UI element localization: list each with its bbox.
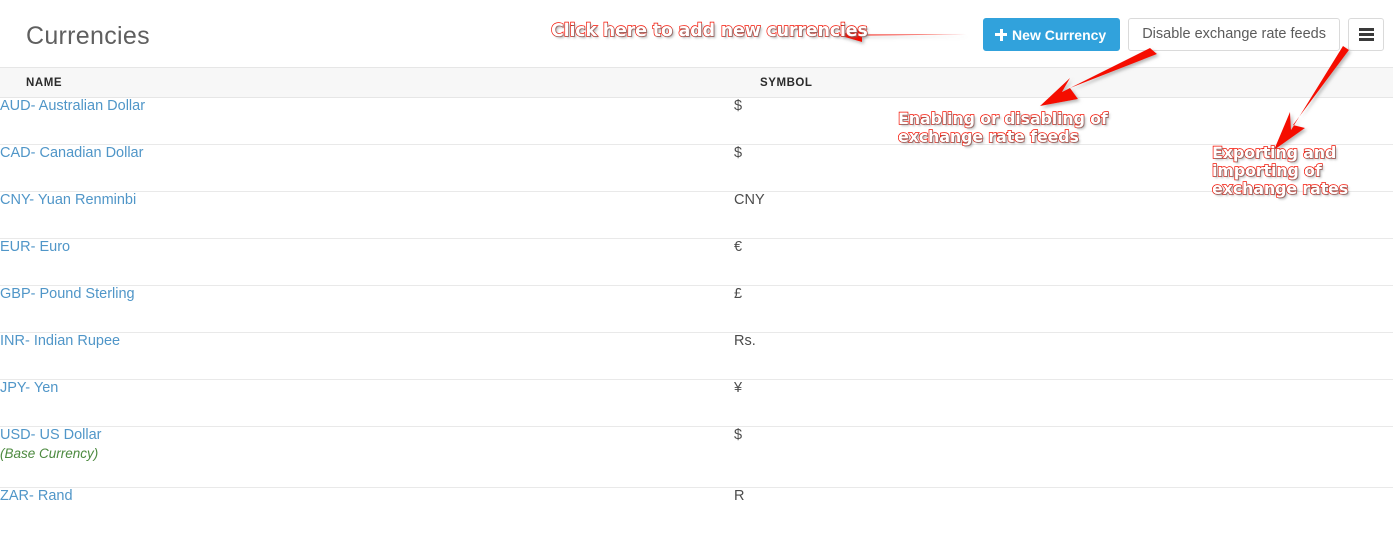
hamburger-menu-button[interactable] <box>1348 18 1384 51</box>
disable-exchange-rate-feeds-button[interactable]: Disable exchange rate feeds <box>1128 18 1340 51</box>
hamburger-menu-icon-bar <box>1358 33 1374 36</box>
table-body: AUD- Australian Dollar $ CAD- Canadian Dol… <box>0 97 1393 534</box>
table-row[interactable]: CNY- Yuan Renminbi CNY <box>0 191 1393 239</box>
currencies-table: NAME SYMBOL AUD- Australian Dollar $ CAD- … <box>0 67 1393 534</box>
cell-currency-symbol: £ <box>734 285 1393 333</box>
currencies-page: Currencies New Currency Disable exchange… <box>0 0 1393 534</box>
cell-currency-name: USD- US Dollar (Base Currency) <box>0 426 734 488</box>
cell-currency-name: JPY- Yen <box>0 379 734 427</box>
currency-name-link[interactable]: JPY- Yen <box>0 380 58 396</box>
column-header-name[interactable]: NAME <box>0 67 734 98</box>
currency-name-link[interactable]: CAD- Canadian Dollar <box>0 145 143 161</box>
base-currency-note: (Base Currency) <box>0 446 99 461</box>
table-row[interactable]: EUR- Euro € <box>0 238 1393 286</box>
cell-currency-name: CNY- Yuan Renminbi <box>0 191 734 239</box>
cell-currency-name: INR- Indian Rupee <box>0 332 734 380</box>
cell-currency-symbol: R <box>734 487 1393 534</box>
page-header: Currencies New Currency Disable exchange… <box>0 0 1393 67</box>
table-header-row: NAME SYMBOL <box>0 67 1393 98</box>
cell-currency-name: GBP- Pound Sterling <box>0 285 734 333</box>
table-header: NAME SYMBOL <box>0 67 1393 98</box>
currency-name-link[interactable]: EUR- Euro <box>0 239 70 255</box>
table-row[interactable]: ZAR- Rand R <box>0 487 1393 534</box>
table-row[interactable]: GBP- Pound Sterling £ <box>0 285 1393 333</box>
currencies-table-container: NAME SYMBOL AUD- Australian Dollar $ CAD- … <box>0 67 1393 534</box>
disable-exchange-rate-feeds-label: Disable exchange rate feeds <box>1142 26 1326 43</box>
cell-currency-name: CAD- Canadian Dollar <box>0 144 734 192</box>
cell-currency-name: ZAR- Rand <box>0 487 734 534</box>
cell-currency-symbol: $ <box>734 426 1393 488</box>
currency-name-link[interactable]: INR- Indian Rupee <box>0 333 120 349</box>
currency-name-link[interactable]: AUD- Australian Dollar <box>0 98 145 114</box>
hamburger-menu-icon-bar <box>1358 28 1374 31</box>
page-title: Currencies <box>26 22 150 50</box>
hamburger-menu-icon-bar <box>1358 38 1374 41</box>
header-actions: New Currency Disable exchange rate feeds <box>983 18 1384 51</box>
table-row[interactable]: AUD- Australian Dollar $ <box>0 97 1393 145</box>
currency-name-link[interactable]: GBP- Pound Sterling <box>0 286 135 302</box>
table-row[interactable]: CAD- Canadian Dollar $ <box>0 144 1393 192</box>
currency-name-link[interactable]: USD- US Dollar <box>0 427 102 443</box>
cell-currency-symbol: ¥ <box>734 379 1393 427</box>
cell-currency-symbol: $ <box>734 144 1393 192</box>
cell-currency-name: AUD- Australian Dollar <box>0 97 734 145</box>
plus-icon <box>995 28 1008 41</box>
cell-currency-symbol: Rs. <box>734 332 1393 380</box>
table-row[interactable]: JPY- Yen ¥ <box>0 379 1393 427</box>
cell-currency-symbol: CNY <box>734 191 1393 239</box>
table-row[interactable]: USD- US Dollar (Base Currency) $ <box>0 426 1393 488</box>
currency-name-link[interactable]: ZAR- Rand <box>0 488 73 504</box>
cell-currency-symbol: € <box>734 238 1393 286</box>
new-currency-button[interactable]: New Currency <box>983 18 1121 51</box>
currency-name-link[interactable]: CNY- Yuan Renminbi <box>0 192 136 208</box>
new-currency-button-label: New Currency <box>1012 26 1107 43</box>
cell-currency-name: EUR- Euro <box>0 238 734 286</box>
cell-currency-symbol: $ <box>734 97 1393 145</box>
column-header-symbol[interactable]: SYMBOL <box>734 67 1393 98</box>
table-row[interactable]: INR- Indian Rupee Rs. <box>0 332 1393 380</box>
